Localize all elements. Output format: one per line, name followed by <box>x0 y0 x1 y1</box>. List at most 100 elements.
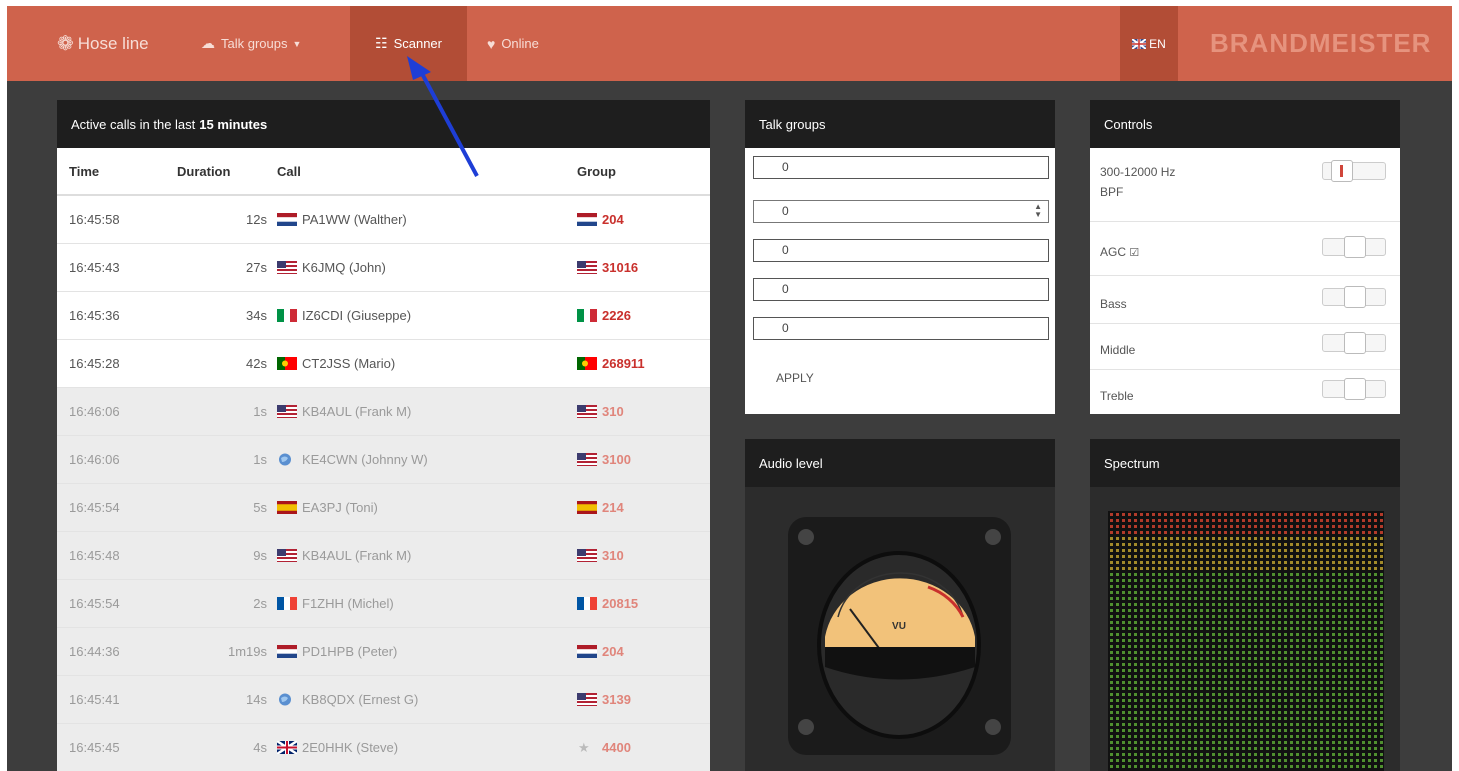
call-station[interactable]: PA1WW (Walther) <box>277 194 577 244</box>
nav-online[interactable]: ♥ Online <box>487 6 539 81</box>
call-group[interactable]: 310 <box>577 531 710 580</box>
table-row[interactable]: 16:45:48 9s KB4AUL (Frank M) 310 <box>57 531 710 580</box>
call-group[interactable]: ★ 4400 <box>577 723 710 771</box>
spectrum-cell <box>1260 585 1263 588</box>
spectrum-cell <box>1152 765 1155 768</box>
spectrum-cell <box>1158 525 1161 528</box>
spectrum-cell <box>1146 615 1149 618</box>
nav-scanner[interactable]: ☷ Scanner <box>350 6 467 81</box>
call-station[interactable]: EA3PJ (Toni) <box>277 483 577 532</box>
spectrum-cell <box>1362 591 1365 594</box>
spectrum-cell <box>1182 513 1185 516</box>
spectrum-cell <box>1338 597 1341 600</box>
call-group[interactable]: 214 <box>577 483 710 532</box>
call-station[interactable]: IZ6CDI (Giuseppe) <box>277 291 577 340</box>
spectrum-cell <box>1200 729 1203 732</box>
spectrum-cell <box>1338 711 1341 714</box>
talk-group-input-2[interactable]: 0 ▲ ▼ <box>753 200 1049 223</box>
agc-slider[interactable] <box>1322 236 1386 258</box>
call-station[interactable]: KE4CWN (Johnny W) <box>277 435 577 484</box>
call-group[interactable]: 3100 <box>577 435 710 484</box>
call-station[interactable]: PD1HPB (Peter) <box>277 627 577 676</box>
table-row[interactable]: 16:45:28 42s CT2JSS (Mario) 268911 <box>57 339 710 388</box>
table-row[interactable]: 16:45:41 14s KB8QDX (Ernest G) 3139 <box>57 675 710 724</box>
middle-slider-knob[interactable] <box>1344 332 1366 354</box>
call-group[interactable]: 3139 <box>577 675 710 724</box>
spectrum-cell <box>1218 753 1221 756</box>
table-row[interactable]: 16:45:54 2s F1ZHH (Michel) 20815 <box>57 579 710 628</box>
spectrum-cell <box>1278 669 1281 672</box>
spectrum-cell <box>1380 747 1383 750</box>
spectrum-cell <box>1254 585 1257 588</box>
table-row[interactable]: 16:44:36 1m19s PD1HPB (Peter) 204 <box>57 627 710 676</box>
treble-slider-knob[interactable] <box>1344 378 1366 400</box>
call-station[interactable]: KB4AUL (Frank M) <box>277 387 577 436</box>
bpf-toggle[interactable] <box>1322 160 1386 182</box>
spectrum-cell <box>1158 651 1161 654</box>
agc-slider-knob[interactable] <box>1344 236 1366 258</box>
spectrum-cell <box>1242 675 1245 678</box>
talk-group-input-5[interactable]: 0 <box>753 317 1049 340</box>
screw-bottom-left-icon <box>798 719 814 735</box>
spectrum-cell <box>1110 537 1113 540</box>
checkbox-checked-icon[interactable]: ☑ <box>1129 247 1139 259</box>
table-row[interactable]: 16:45:54 5s EA3PJ (Toni) 214 <box>57 483 710 532</box>
call-group[interactable]: 31016 <box>577 243 710 292</box>
spectrum-cell <box>1278 765 1281 768</box>
col-duration[interactable]: Duration <box>177 148 277 196</box>
bass-slider-knob[interactable] <box>1344 286 1366 308</box>
call-station[interactable]: KB8QDX (Ernest G) <box>277 675 577 724</box>
spectrum-cell <box>1290 675 1293 678</box>
call-group[interactable]: 20815 <box>577 579 710 628</box>
spectrum-cell <box>1194 597 1197 600</box>
spectrum-cell <box>1242 549 1245 552</box>
bass-slider[interactable] <box>1322 286 1386 308</box>
spectrum-cell <box>1194 747 1197 750</box>
table-row[interactable]: 16:46:06 1s KE4CWN (Johnny W) 3100 <box>57 435 710 484</box>
call-station[interactable]: K6JMQ (John) <box>277 243 577 292</box>
spectrum-cell <box>1356 741 1359 744</box>
call-group[interactable]: 204 <box>577 194 710 244</box>
col-group[interactable]: Group <box>577 148 710 196</box>
apply-button[interactable]: APPLY <box>776 371 814 385</box>
nav-talk-groups[interactable]: ☁ Talk groups ▼ <box>201 6 301 81</box>
col-call[interactable]: Call <box>277 148 577 196</box>
call-group[interactable]: 204 <box>577 627 710 676</box>
call-station-label: IZ6CDI (Giuseppe) <box>302 308 412 323</box>
spectrum-cell <box>1194 693 1197 696</box>
spectrum-cell <box>1182 591 1185 594</box>
treble-slider[interactable] <box>1322 378 1386 400</box>
table-row[interactable]: 16:45:43 27s K6JMQ (John) 31016 <box>57 243 710 292</box>
table-row[interactable]: 16:46:06 1s KB4AUL (Frank M) 310 <box>57 387 710 436</box>
spectrum-cell <box>1236 729 1239 732</box>
spectrum-cell <box>1230 699 1233 702</box>
spectrum-cell <box>1254 519 1257 522</box>
talk-group-input-3[interactable]: 0 <box>753 239 1049 262</box>
spectrum-cell <box>1110 717 1113 720</box>
spectrum-cell <box>1224 765 1227 768</box>
brand-link[interactable]: ❁ Hose line <box>57 6 149 81</box>
spectrum-cell <box>1374 579 1377 582</box>
spectrum-cell <box>1110 621 1113 624</box>
middle-slider[interactable] <box>1322 332 1386 354</box>
spectrum-cell <box>1296 693 1299 696</box>
talk-group-input-1[interactable]: 0 <box>753 156 1049 179</box>
call-station[interactable]: KB4AUL (Frank M) <box>277 531 577 580</box>
call-group[interactable]: 268911 <box>577 339 710 388</box>
call-station[interactable]: CT2JSS (Mario) <box>277 339 577 388</box>
call-station[interactable]: 2E0HHK (Steve) <box>277 723 577 771</box>
spectrum-cell <box>1140 627 1143 630</box>
language-selector[interactable]: EN <box>1120 6 1178 81</box>
call-group[interactable]: 310 <box>577 387 710 436</box>
spectrum-cell <box>1356 735 1359 738</box>
spectrum-cell <box>1212 747 1215 750</box>
spectrum-cell <box>1200 669 1203 672</box>
talk-group-input-4[interactable]: 0 <box>753 278 1049 301</box>
call-group[interactable]: 2226 <box>577 291 710 340</box>
spinner-arrows-icon[interactable]: ▲ ▼ <box>1034 203 1042 219</box>
table-row[interactable]: 16:45:45 4s 2E0HHK (Steve) ★ 4400 <box>57 723 710 771</box>
call-station[interactable]: F1ZHH (Michel) <box>277 579 577 628</box>
col-time[interactable]: Time <box>57 148 177 196</box>
table-row[interactable]: 16:45:36 34s IZ6CDI (Giuseppe) 2226 <box>57 291 710 340</box>
table-row[interactable]: 16:45:58 12s PA1WW (Walther) 204 <box>57 194 710 244</box>
